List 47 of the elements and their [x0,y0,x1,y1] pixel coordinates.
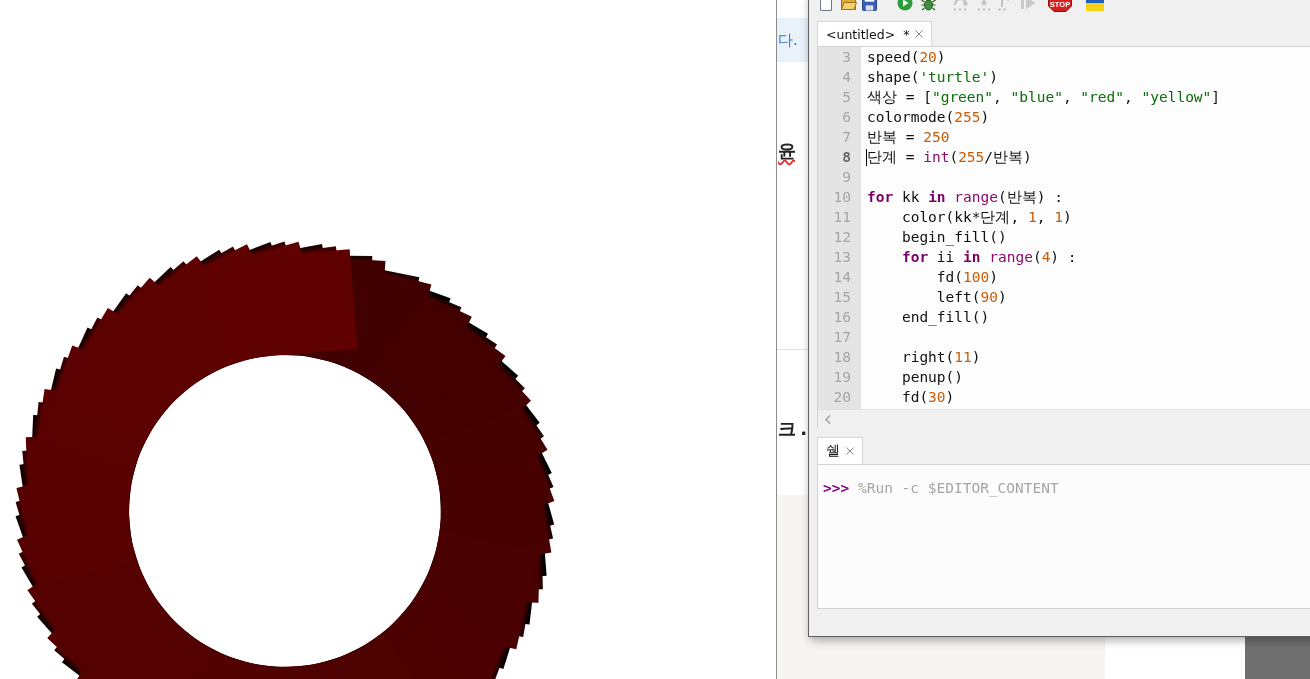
line-number: 10 [832,188,852,207]
code-line: shape('turtle') [867,69,998,85]
code-line: left(90) [935,289,1007,305]
code-line: 색상 = ["green", "blue", "red", "yellow"] [867,89,1221,105]
line-number: 12 [832,228,852,247]
line-number: 6 [841,108,852,127]
line-number: 5 [841,88,852,107]
code-line: speed(20) [867,49,946,65]
line-number: 13 [832,248,852,267]
shell-command-line: >>> %Run -c $EDITOR_CONTENT [823,479,1060,498]
code-line: color(kk*단계, 1, 1) [900,209,1072,225]
line-number: 9 [841,168,852,187]
line-number: 7 [841,128,852,147]
close-icon[interactable] [915,30,924,38]
line-number: 14 [832,268,852,287]
line-number: 19 [832,368,852,387]
code-line: fd(30) [900,389,955,405]
heading-text: 크 . [778,417,807,441]
code-line: 단계 = int(255/반복) [867,149,1032,165]
line-number: 17 [832,328,852,347]
chevron-left-icon[interactable] [825,414,831,424]
code-line: right(11) [900,349,981,365]
shell-panel[interactable]: >>> %Run -c $EDITOR_CONTENT [817,464,1310,609]
code-line: penup() [900,369,964,385]
code-editor[interactable] [817,46,1310,428]
line-number: 15 [832,288,852,307]
line-number: 8 [841,148,852,167]
code-line: for ii in range(4) : [900,249,1077,265]
editor-tab[interactable]: <untitled> * [817,21,933,46]
code-line: fd(100) [935,269,998,285]
shell-tab[interactable]: 쉘 [817,437,863,464]
notice-text: 다. [778,31,798,51]
code-line: begin_fill() [900,229,1007,245]
line-number: 16 [832,308,852,327]
line-number: 11 [832,208,852,227]
code-line: colormode(255) [867,109,990,125]
line-number: 20 [832,388,852,407]
code-line: 반복 = 250 [867,129,950,145]
horizontal-scrollbar[interactable] [818,409,1310,428]
close-icon[interactable] [846,447,854,455]
code-line: end_fill() [900,309,990,325]
code-line: for kk in range(반복) : [867,189,1063,205]
line-number: 3 [841,48,852,67]
line-number: 18 [832,348,852,367]
heading-text: 윤 [778,139,795,163]
folder-icon[interactable] [841,0,857,10]
line-number: 4 [841,68,852,87]
